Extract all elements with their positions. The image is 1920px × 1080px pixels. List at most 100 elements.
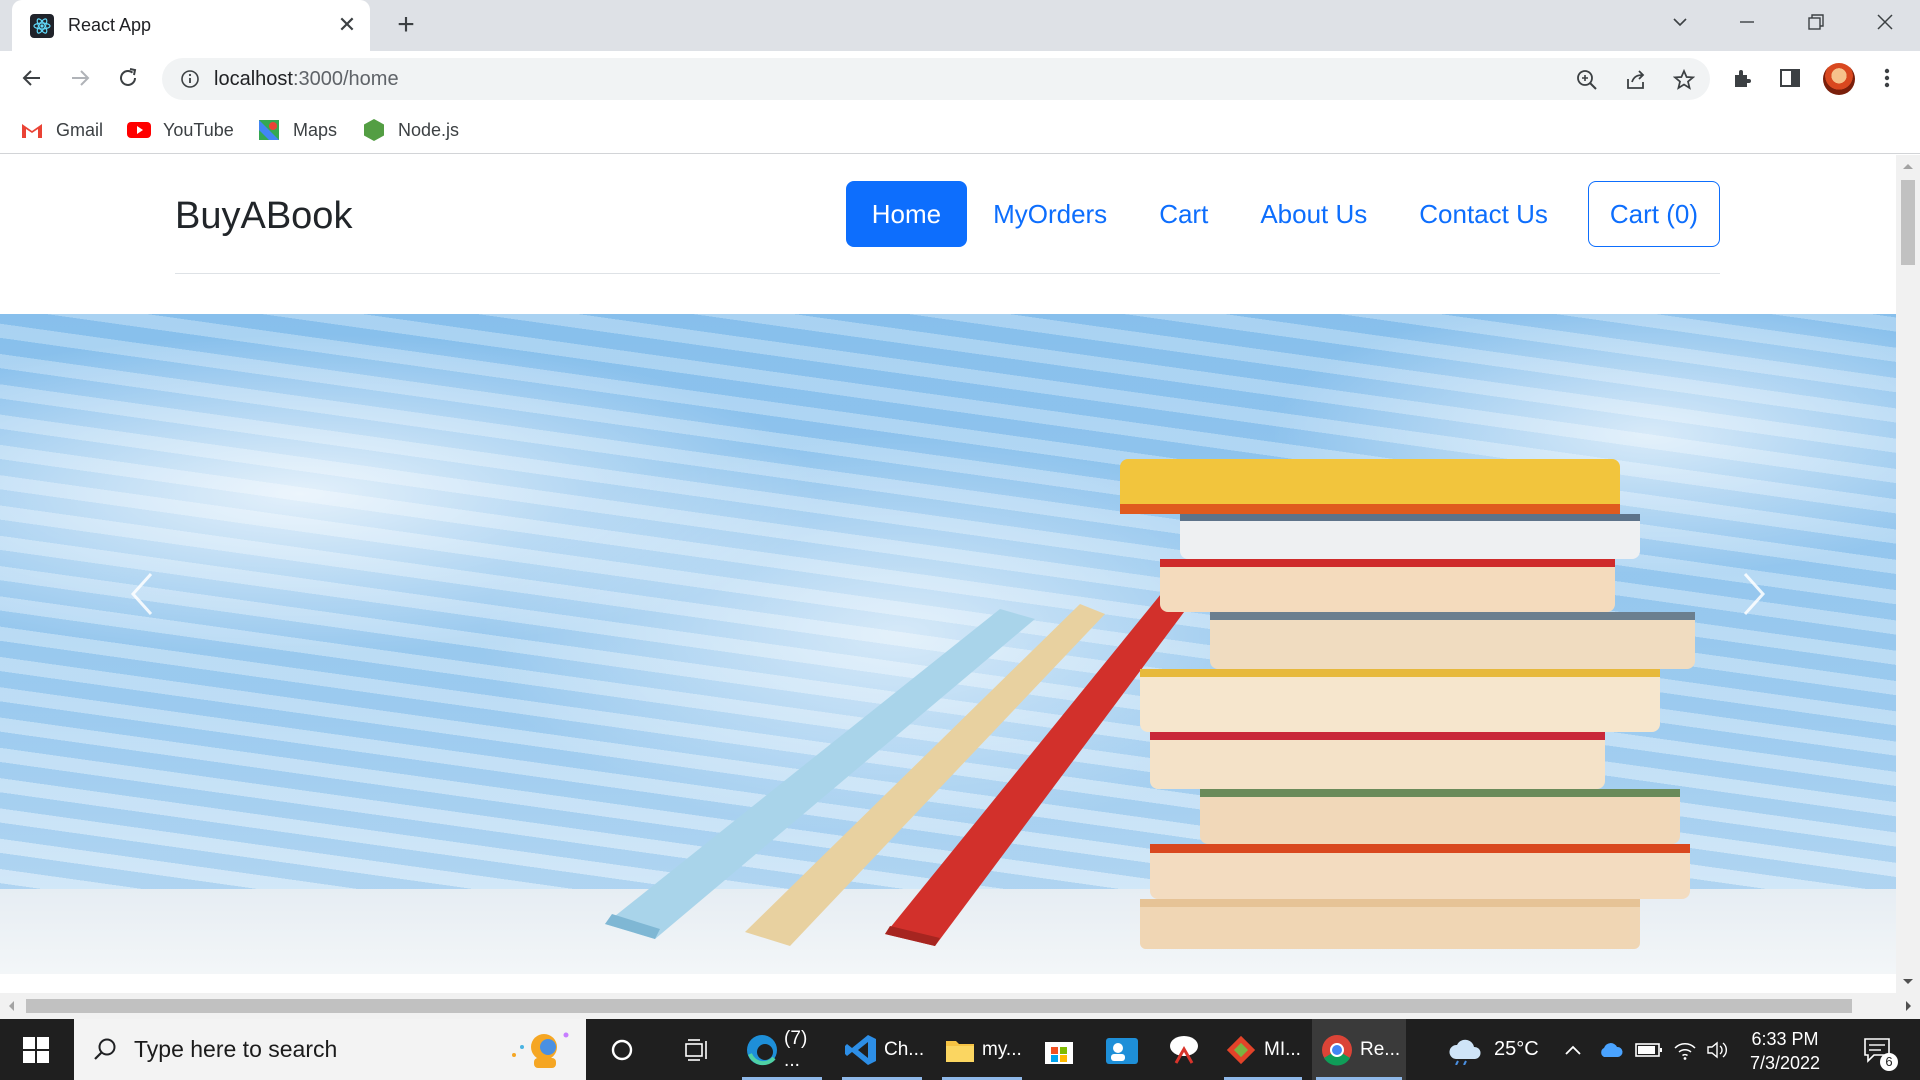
nodejs-icon [362,118,386,142]
task-view-icon[interactable] [672,1019,722,1080]
site-navbar: BuyABook Home MyOrders Cart About Us Con… [175,155,1720,274]
taskbar-app-snipping[interactable] [1162,1019,1206,1080]
carousel-prev-icon[interactable] [112,544,172,644]
bookmark-label: Node.js [398,119,460,140]
taskbar-app-label: MI... [1264,1038,1301,1060]
taskbar-app-store[interactable] [1040,1019,1078,1080]
cortana-icon[interactable] [600,1019,644,1080]
bookmark-label: YouTube [163,119,234,140]
wifi-icon[interactable] [1673,1019,1697,1080]
scroll-left-icon[interactable] [4,993,18,1019]
cart-button[interactable]: Cart (0) [1587,181,1720,247]
taskbar-clock[interactable]: 6:33 PM 7/3/2022 [1740,1027,1830,1075]
horizontal-scrollbar[interactable] [0,993,1920,1019]
tray-chevron-icon[interactable] [1563,1019,1583,1080]
more-menu-icon[interactable] [1872,63,1902,93]
folder-icon [946,1040,974,1062]
bookmark-label: Gmail [56,119,104,140]
bookmark-youtube[interactable]: YouTube [127,115,234,145]
share-icon[interactable] [1623,67,1649,93]
bookmark-nodejs[interactable]: Node.js [362,115,459,145]
taskbar-app-explorer[interactable]: my... [938,1019,1026,1080]
forward-icon[interactable] [62,60,98,96]
taskbar-app-git[interactable]: MI... [1220,1019,1306,1080]
taskbar-search[interactable]: Type here to search [74,1019,586,1080]
profile-avatar[interactable] [1823,63,1855,95]
vertical-scroll-thumb[interactable] [1901,180,1915,265]
search-icon [94,1038,116,1060]
taskbar-app-edge[interactable]: (7) ... [738,1019,826,1080]
notification-badge: 6 [1880,1053,1898,1071]
page-viewport: BuyABook Home MyOrders Cart About Us Con… [0,155,1896,993]
close-window-icon[interactable] [1855,0,1915,44]
onedrive-icon[interactable] [1598,1019,1624,1080]
bookmark-star-icon[interactable] [1671,67,1697,93]
taskbar-app-label: Re... [1360,1038,1401,1060]
notification-center-icon[interactable]: 6 [1852,1019,1902,1080]
close-tab-icon[interactable]: ✕ [334,12,360,38]
taskbar-app-label: Ch... [884,1038,925,1060]
weather-temp: 25°C [1494,1038,1539,1060]
nav-about-us[interactable]: About Us [1234,181,1393,247]
scroll-right-icon[interactable] [1902,993,1916,1019]
site-info-icon[interactable] [178,67,202,91]
tab-search-icon[interactable] [1650,0,1710,44]
youtube-icon [127,118,151,142]
brand-logo[interactable]: BuyABook [175,195,352,238]
bookmarks-bar: Gmail YouTube Maps Node.js [0,105,1920,154]
bookmark-maps[interactable]: Maps [257,115,337,145]
git-icon [1226,1035,1256,1064]
weather-widget[interactable]: 25°C [1446,1019,1539,1080]
edge-icon [747,1034,777,1065]
clock-time: 6:33 PM [1751,1029,1819,1049]
extensions-icon[interactable] [1727,63,1757,93]
taskbar-app-label: my... [982,1038,1022,1060]
clock-date: 7/3/2022 [1749,1053,1821,1073]
address-bar[interactable]: localhost:3000/home [162,58,1710,100]
nav-contact-us[interactable]: Contact Us [1393,181,1574,247]
carousel-next-icon[interactable] [1724,544,1784,644]
side-panel-icon[interactable] [1775,63,1805,93]
people-icon [1106,1037,1138,1064]
windows-taskbar: Type here to search (7) ... Ch... my... … [0,1019,1920,1080]
bookmark-label: Maps [293,119,338,140]
hero-carousel [0,314,1896,974]
nav-cart[interactable]: Cart [1133,181,1234,247]
url-text: localhost:3000/home [214,67,399,90]
store-icon [1045,1041,1073,1064]
snipping-icon [1170,1035,1198,1064]
bookmark-gmail[interactable]: Gmail [20,115,103,145]
nav-menu: Home MyOrders Cart About Us Contact Us C… [845,181,1720,247]
minimize-icon[interactable] [1717,0,1777,44]
battery-icon[interactable] [1635,1019,1663,1080]
reload-icon[interactable] [110,60,146,96]
restore-icon[interactable] [1786,0,1846,44]
tab-title: React App [68,15,152,35]
zoom-icon[interactable] [1574,67,1600,93]
scroll-down-icon[interactable] [1896,975,1920,989]
maps-icon [257,118,281,142]
taskbar-app-people[interactable] [1100,1019,1144,1080]
react-icon [30,13,54,38]
vscode-icon [845,1034,876,1065]
taskbar-app-chrome[interactable]: Re... [1312,1019,1406,1080]
horizontal-scroll-thumb[interactable] [26,999,1852,1013]
search-placeholder: Type here to search [134,1036,338,1062]
tab-strip: React App ✕ + [0,0,1920,51]
taskbar-app-label: (7) ... [784,1027,808,1071]
new-tab-icon[interactable]: + [390,10,422,42]
gmail-icon [20,118,44,142]
back-icon[interactable] [14,60,50,96]
taskbar-app-vscode[interactable]: Ch... [838,1019,926,1080]
browser-tab[interactable]: React App ✕ [12,0,370,51]
search-highlight-icon [512,1032,569,1068]
chrome-icon [1322,1034,1352,1066]
vertical-scrollbar[interactable] [1896,155,1920,993]
nav-myorders[interactable]: MyOrders [967,181,1133,247]
weather-cloud-icon [1449,1039,1481,1065]
scroll-up-icon[interactable] [1896,159,1920,173]
windows-start-icon[interactable] [0,1019,72,1080]
browser-toolbar: localhost:3000/home [0,51,1920,105]
nav-home[interactable]: Home [845,181,968,247]
volume-icon[interactable] [1706,1019,1730,1080]
